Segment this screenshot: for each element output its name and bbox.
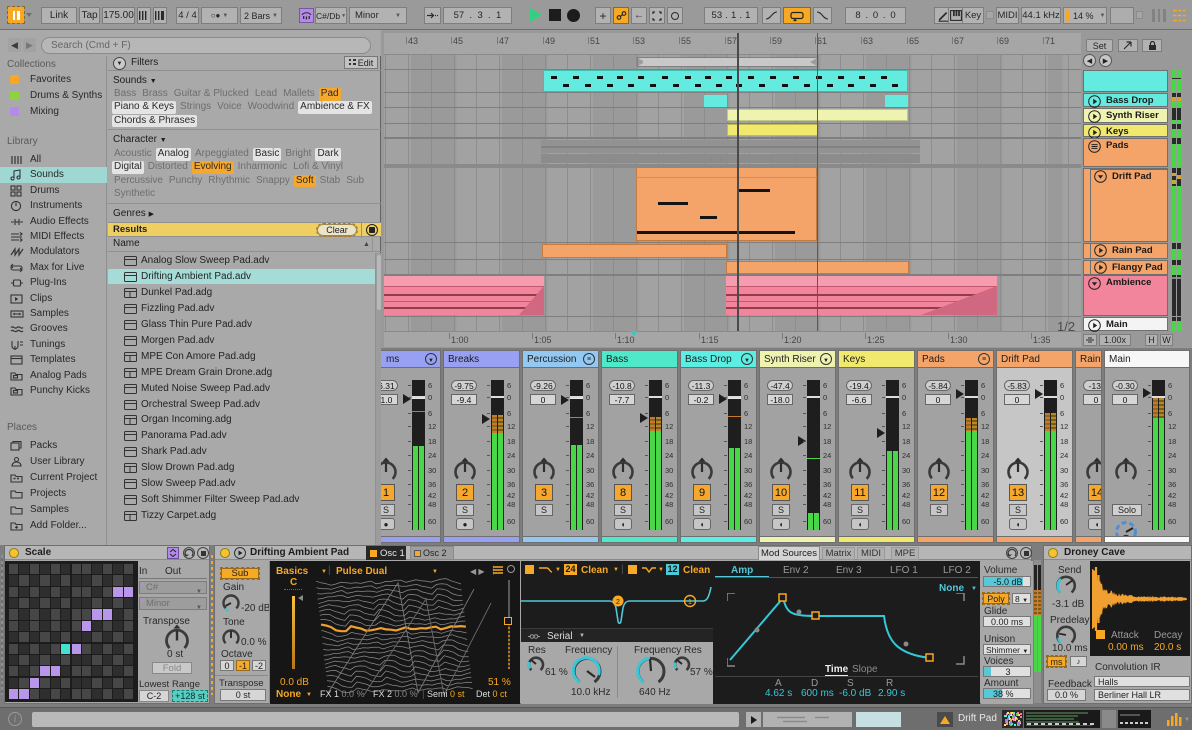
svg-text:2: 2 [616, 599, 620, 606]
svg-text:1: 1 [688, 599, 692, 606]
